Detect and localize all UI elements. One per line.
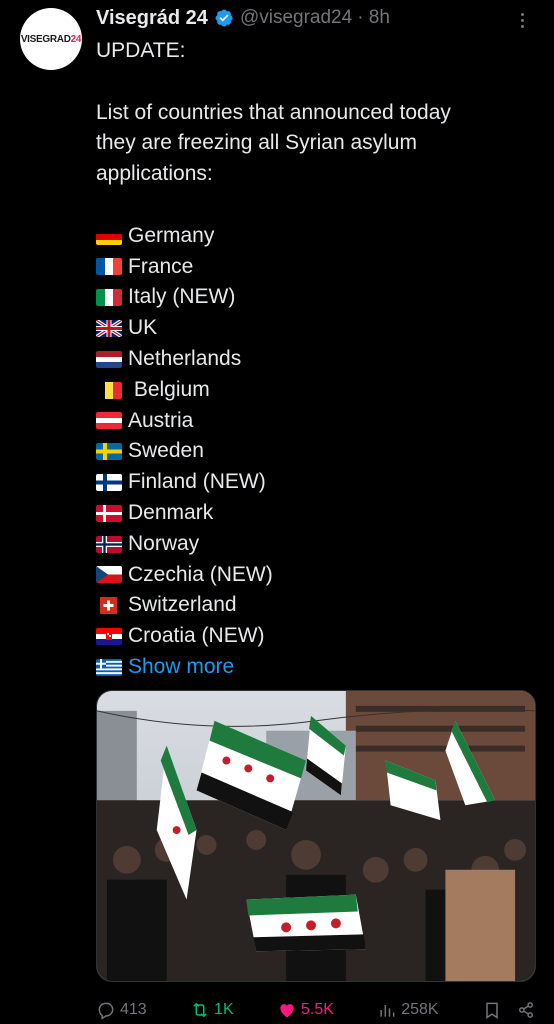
norway-flag-icon <box>96 535 122 553</box>
country-label: Belgium <box>128 377 210 401</box>
country-item: UK <box>96 313 526 344</box>
country-item: Norway <box>96 529 526 560</box>
country-label: Croatia (NEW) <box>128 624 265 648</box>
repost-icon <box>193 1002 207 1018</box>
action-bar: 413 1K 5.5K 258K <box>96 996 536 1024</box>
show-more-link[interactable]: Show more <box>128 652 234 683</box>
tweet-intro-line: applications: <box>96 162 213 186</box>
reply-count: 413 <box>120 1001 147 1018</box>
tweet-time[interactable]: · 8h <box>357 7 390 29</box>
country-item: Germany <box>96 221 526 252</box>
germany-flag-icon <box>96 227 122 245</box>
bookmark-share-group <box>482 1000 536 1020</box>
country-item: Switzerland <box>96 590 526 621</box>
repost-count: 1K <box>214 1001 234 1018</box>
country-item: Italy (NEW) <box>96 282 526 313</box>
verified-badge-icon[interactable] <box>214 8 234 28</box>
country-label: Denmark <box>128 500 214 524</box>
country-item: Czechia (NEW) <box>96 560 526 591</box>
country-item: Belgium <box>96 375 526 406</box>
reply-button[interactable]: 413 <box>96 1000 147 1020</box>
tweet-photo[interactable] <box>96 690 536 982</box>
author-handle[interactable]: @visegrad24 <box>240 7 352 29</box>
tweet-heading: UPDATE: <box>96 39 186 62</box>
protest-photo-image <box>97 691 535 981</box>
author-name[interactable]: Visegrád 24 <box>96 7 208 30</box>
country-label: Germany <box>128 223 215 247</box>
finland-flag-icon <box>96 474 122 492</box>
country-item: France <box>96 252 526 283</box>
bookmark-icon[interactable] <box>482 1000 502 1020</box>
avatar[interactable]: VISEGRAD24 <box>20 8 82 70</box>
views-count: 258K <box>401 1001 439 1018</box>
country-item: Finland (NEW) <box>96 467 526 498</box>
sweden-flag-icon <box>96 443 122 461</box>
repost-button[interactable]: 1K <box>190 1000 234 1020</box>
country-label: Italy (NEW) <box>128 285 236 309</box>
uk-flag-icon <box>96 320 122 338</box>
belgium-flag-icon <box>96 381 122 399</box>
like-count: 5.5K <box>300 1001 334 1018</box>
croatia-flag-icon <box>96 628 122 646</box>
country-label: Norway <box>128 531 200 555</box>
denmark-flag-icon <box>96 504 122 522</box>
avatar-logo: VISEGRAD24 <box>20 33 82 45</box>
heart-icon <box>280 1004 294 1018</box>
views-icon <box>380 1005 395 1017</box>
country-label: Austria <box>128 408 194 432</box>
czechia-flag-icon <box>96 566 122 584</box>
country-label: Switzerland <box>128 593 237 617</box>
tweet-intro-line: they are freezing all Syrian asylum <box>96 131 417 155</box>
country-label: Sweden <box>128 439 204 463</box>
tweet-intro-line: List of countries that announced today <box>96 100 451 124</box>
france-flag-icon <box>96 258 122 276</box>
country-item: Sweden <box>96 436 526 467</box>
netherlands-flag-icon <box>96 350 122 368</box>
country-label: Czechia (NEW) <box>128 562 273 586</box>
country-list: Germany France Italy (NEW) UK Netherlands Be… <box>96 221 526 652</box>
share-icon[interactable] <box>516 1000 536 1020</box>
views-button[interactable]: 258K <box>377 1000 439 1020</box>
austria-flag-icon <box>96 412 122 430</box>
tweet[interactable]: VISEGRAD24 Visegrád 24 @visegrad24 · 8h … <box>0 0 554 1024</box>
country-label: Finland (NEW) <box>128 470 266 494</box>
show-more-line: Show more <box>96 652 526 683</box>
country-item: Netherlands <box>96 344 526 375</box>
country-item: Croatia (NEW) <box>96 621 526 652</box>
reply-icon <box>98 1002 114 1020</box>
country-item: Austria <box>96 406 526 437</box>
tweet-text: UPDATE: List of countries that announced… <box>96 36 526 683</box>
country-label: UK <box>128 316 158 340</box>
more-options-icon[interactable] <box>512 10 532 30</box>
like-button[interactable]: 5.5K <box>277 1000 334 1020</box>
country-label: France <box>128 254 194 278</box>
greece-flag-icon <box>96 658 122 676</box>
country-label: Netherlands <box>128 346 242 370</box>
italy-flag-icon <box>96 289 122 307</box>
country-item: Denmark <box>96 498 526 529</box>
tweet-header: Visegrád 24 @visegrad24 · 8h <box>96 4 534 32</box>
switzerland-flag-icon <box>96 597 122 615</box>
